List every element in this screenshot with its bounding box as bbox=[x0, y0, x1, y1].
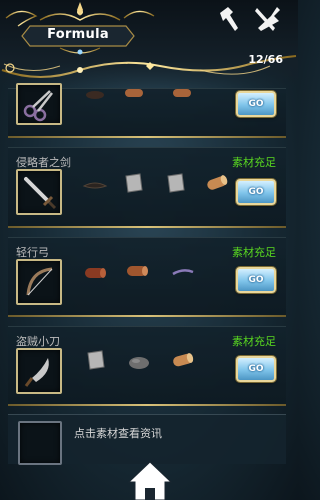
hammer-icon[interactable] bbox=[214, 4, 244, 34]
item-slot[interactable] bbox=[16, 83, 62, 125]
dagger-icon bbox=[24, 358, 49, 387]
card-divider bbox=[8, 404, 286, 406]
wood-log-icon[interactable] bbox=[124, 260, 150, 282]
iron-plate-icon[interactable] bbox=[162, 172, 188, 194]
go-button-label: GO bbox=[248, 187, 264, 197]
go-button[interactable]: GO bbox=[236, 91, 276, 117]
stone-icon[interactable] bbox=[126, 351, 152, 373]
wood-log-icon[interactable] bbox=[170, 87, 196, 109]
header-bar: Formula 12/66 bbox=[0, 0, 298, 88]
scissors-icon bbox=[23, 90, 53, 122]
wood-log-icon[interactable] bbox=[82, 262, 108, 284]
go-button-label: GO bbox=[248, 364, 264, 374]
card-divider bbox=[8, 315, 286, 317]
go-button-label: GO bbox=[248, 275, 264, 285]
material-status: 素材充足 bbox=[232, 156, 276, 169]
go-button-label: GO bbox=[248, 99, 264, 109]
material-status: 素材充足 bbox=[232, 335, 276, 348]
fork-knife-icon[interactable] bbox=[253, 4, 283, 34]
info-text: 点击素材查看资讯 bbox=[74, 427, 162, 440]
wood-log-icon[interactable] bbox=[122, 87, 148, 109]
iron-plate-icon[interactable] bbox=[120, 172, 146, 194]
iron-plate-icon[interactable] bbox=[82, 349, 108, 371]
go-button[interactable]: GO bbox=[236, 356, 276, 382]
wood-log-icon[interactable] bbox=[170, 349, 196, 371]
recipe-card[interactable]: GO bbox=[8, 83, 286, 138]
recipe-name: 盗贼小刀 bbox=[16, 335, 60, 348]
bow-icon bbox=[26, 267, 53, 296]
go-button[interactable]: GO bbox=[236, 179, 276, 205]
card-divider bbox=[8, 136, 286, 138]
item-slot[interactable] bbox=[16, 169, 62, 215]
string-icon[interactable] bbox=[170, 262, 196, 284]
recipe-name: 轻行弓 bbox=[16, 246, 49, 259]
sword-icon bbox=[24, 177, 57, 210]
item-slot[interactable] bbox=[16, 259, 62, 305]
card-divider bbox=[8, 226, 286, 228]
leather-strap-icon[interactable] bbox=[82, 176, 108, 198]
recipe-card[interactable]: 轻行弓 素材充足 GO bbox=[8, 237, 286, 317]
leather-icon[interactable] bbox=[82, 87, 108, 109]
go-button[interactable]: GO bbox=[236, 267, 276, 293]
home-icon[interactable] bbox=[125, 456, 175, 500]
recipe-counter: 12/66 bbox=[248, 53, 283, 66]
recipe-card[interactable]: 盗贼小刀 素材充足 GO bbox=[8, 326, 286, 406]
recipe-card[interactable]: 侵略者之剑 素材充足 GO bbox=[8, 147, 286, 228]
page-title: Formula bbox=[47, 27, 109, 42]
info-item-slot bbox=[18, 421, 62, 465]
wood-log-icon[interactable] bbox=[204, 172, 230, 194]
material-status: 素材充足 bbox=[232, 246, 276, 259]
item-slot[interactable] bbox=[16, 348, 62, 394]
recipe-name: 侵略者之剑 bbox=[16, 156, 71, 169]
